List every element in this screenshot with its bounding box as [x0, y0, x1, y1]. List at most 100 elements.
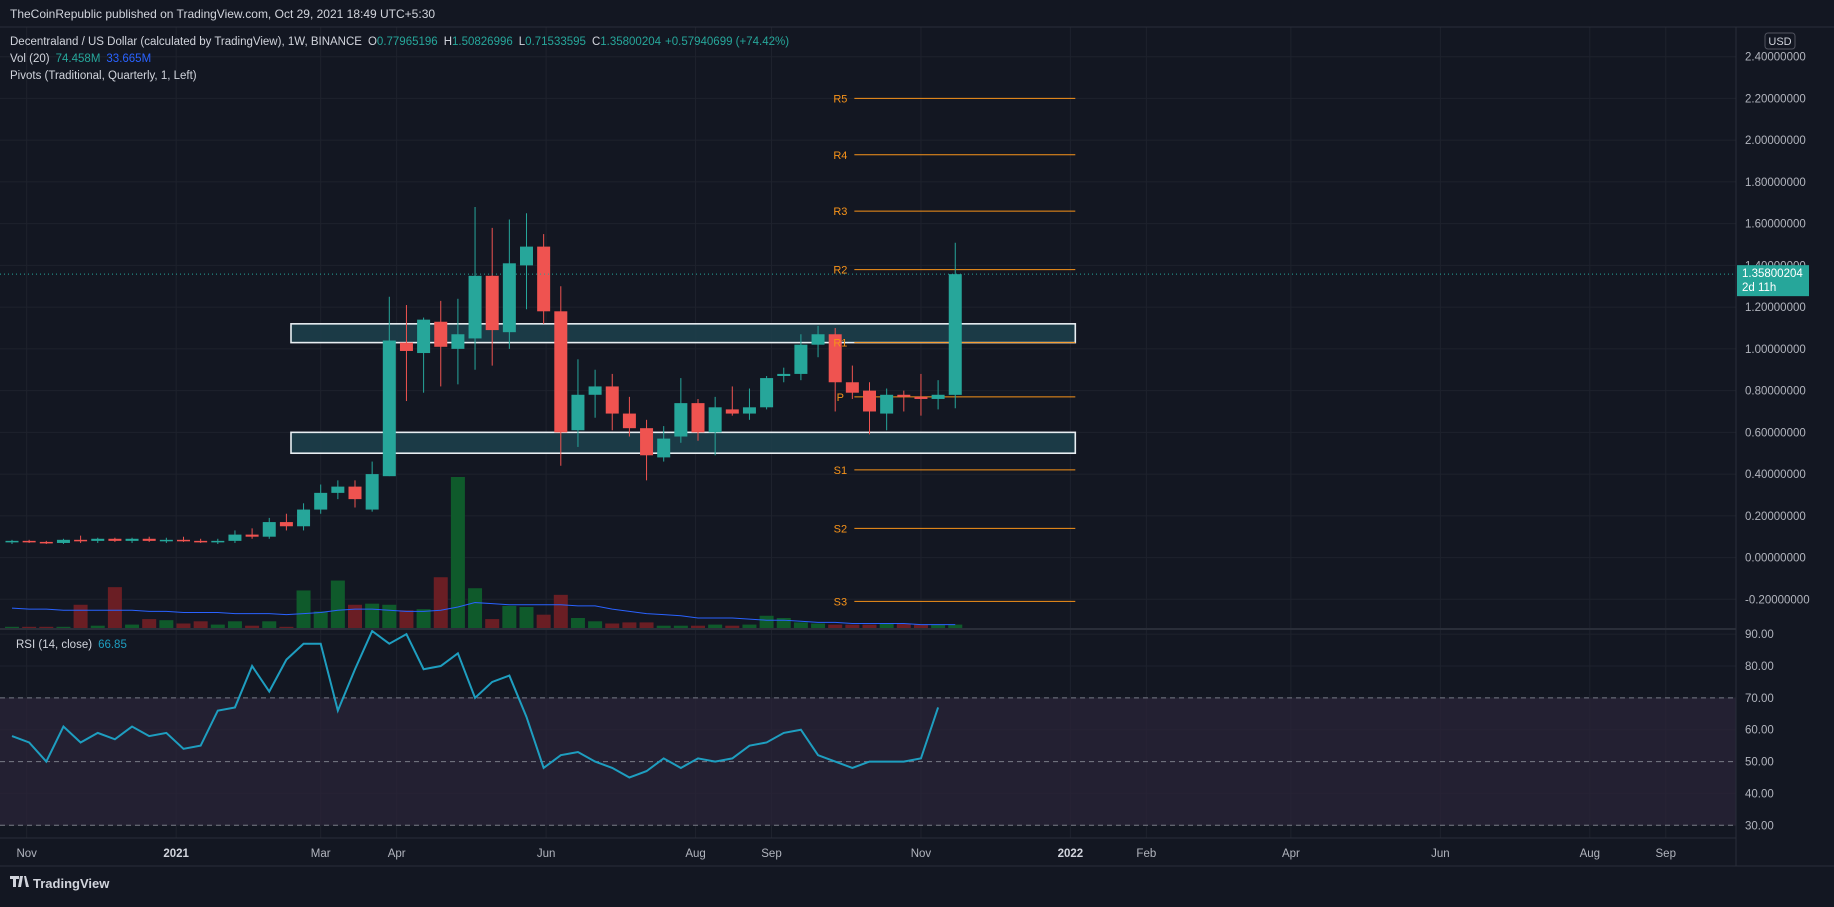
rsi-value: 66.85 [98, 639, 127, 651]
volume-bar [519, 606, 534, 629]
candle-body [5, 540, 19, 543]
candle-body [571, 394, 585, 431]
rsi-legend-line: RSI (14, close) 66.85 [16, 639, 127, 651]
candle-body [640, 428, 654, 456]
volume-bar [73, 604, 88, 629]
candle-body [588, 386, 602, 395]
price-tick: 0.40000000 [1745, 469, 1806, 481]
price-tick: 1.60000000 [1745, 219, 1806, 231]
candle-body [794, 344, 808, 374]
legend-open-label: O [368, 36, 377, 48]
rsi-label: RSI (14, close) [16, 639, 92, 651]
price-tick: 0.60000000 [1745, 427, 1806, 439]
candle-body [194, 540, 208, 543]
candle-body [297, 509, 311, 527]
candle-body [897, 394, 911, 397]
price-tick: 2.20000000 [1745, 93, 1806, 105]
candle-body [451, 334, 465, 349]
volume-bar [296, 590, 311, 629]
candle-body [554, 311, 568, 433]
time-tick: Jun [1431, 848, 1450, 860]
legend-title-line: Decentraland / US Dollar (calculated by … [10, 36, 789, 48]
legend-high-label: H [444, 36, 452, 48]
time-tick: Apr [388, 848, 406, 860]
candle-body [177, 539, 190, 542]
volume-bar [485, 619, 500, 629]
time-tick: Sep [761, 848, 781, 860]
candle-body [22, 540, 36, 543]
volume-bar [262, 621, 277, 629]
volume-bar [313, 611, 328, 629]
legend-low: 0.71533595 [525, 36, 586, 48]
candle-body [382, 340, 396, 477]
candle-body [520, 246, 533, 266]
candle-body [74, 539, 88, 542]
publisher-text: TheCoinRepublic published on TradingView… [10, 7, 435, 21]
volume-value: 74.458M [56, 53, 101, 65]
time-tick: Aug [685, 848, 705, 860]
time-tick: 2022 [1058, 848, 1084, 860]
candle-body [742, 407, 756, 414]
pivot-label: R5 [833, 93, 847, 105]
candle-body [811, 334, 825, 345]
last-price-tag: 1.35800204 2d 11h [1737, 265, 1809, 297]
legend-change: +0.57940699 (+74.42%) [665, 36, 789, 48]
pivot-label: S1 [834, 465, 847, 477]
volume-bar [227, 621, 242, 629]
candle-body [434, 321, 448, 347]
volume-bar [365, 603, 380, 629]
volume-bar [502, 605, 517, 629]
tradingview-brand: TradingView [33, 876, 110, 891]
price-tick: 0.00000000 [1745, 553, 1806, 565]
candle-body [708, 407, 722, 433]
candle-body [211, 540, 225, 543]
candle-body [537, 246, 551, 312]
price-tick: 1.20000000 [1745, 302, 1806, 314]
currency-label: USD [1768, 36, 1791, 48]
price-tick: 2.00000000 [1745, 135, 1806, 147]
pivot-label: P [837, 392, 844, 404]
volume-bar [399, 610, 414, 629]
pivot-label: R3 [833, 206, 847, 218]
candle-body [91, 538, 105, 541]
candle-body [502, 263, 516, 333]
rsi-tick: 30.00 [1745, 820, 1774, 832]
candle-body [777, 373, 791, 376]
time-tick: Jun [537, 848, 556, 860]
volume-bar [776, 617, 791, 629]
volume-bar [553, 594, 568, 629]
volume-bar [536, 614, 551, 629]
volume-bar [159, 620, 174, 629]
chart-canvas[interactable]: 2.40000000 2.20000000 2.00000000 1.80000000… [0, 0, 1834, 902]
candle-body [948, 274, 962, 395]
candle-body [417, 319, 431, 354]
volume-bar [468, 588, 483, 629]
time-tick: 2021 [163, 848, 189, 860]
legend-volume-line: Vol (20) 74.458M 33.665M [10, 53, 151, 65]
time-tick: Mar [311, 848, 331, 860]
candle-body [691, 403, 705, 433]
time-tick: Sep [1656, 848, 1676, 860]
legend-high: 1.50826996 [452, 36, 513, 48]
candle-body [725, 409, 739, 414]
pivot-label: S3 [834, 596, 847, 608]
pivot-label: S2 [834, 523, 847, 535]
last-price-countdown: 2d 11h [1742, 282, 1776, 294]
candle-body [331, 486, 345, 493]
candle-body [39, 541, 53, 544]
candle-body [399, 342, 413, 351]
candle-body [108, 538, 122, 541]
legend-open: 0.77965196 [377, 36, 438, 48]
price-tick: 0.80000000 [1745, 386, 1806, 398]
last-price-value: 1.35800204 [1742, 268, 1803, 280]
rsi-tick: 70.00 [1745, 693, 1774, 705]
candle-body [228, 534, 242, 541]
candle-body [468, 275, 482, 339]
volume-bar [433, 577, 448, 629]
price-tick: 1.00000000 [1745, 344, 1806, 356]
candle-body [125, 538, 139, 541]
volume-bar [570, 617, 585, 629]
candle-body [245, 534, 259, 537]
rsi-tick: 40.00 [1745, 788, 1774, 800]
price-tick: 0.20000000 [1745, 511, 1806, 523]
